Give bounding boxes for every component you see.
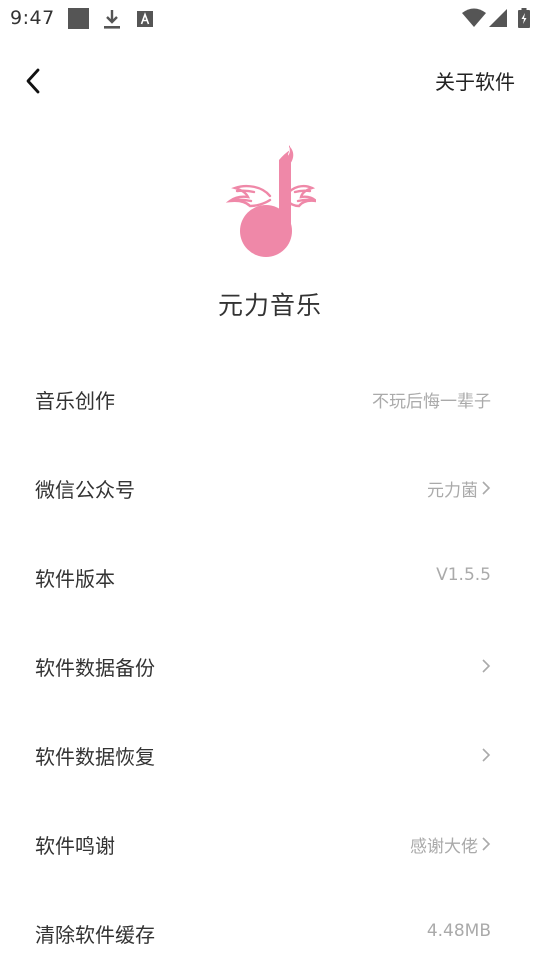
- row-data-restore[interactable]: 软件数据恢复: [0, 709, 540, 798]
- square-notification-icon: [68, 8, 89, 29]
- row-label: 软件版本: [35, 567, 115, 591]
- app-name: 元力音乐: [217, 291, 322, 320]
- settings-list: 音乐创作 不玩后悔一辈子 微信公众号 元力菌 软件版本 V1.5.5 软件数据备…: [0, 353, 540, 960]
- row-label: 软件数据备份: [35, 656, 155, 680]
- signal-icon: [489, 9, 507, 27]
- row-wechat-official-account[interactable]: 微信公众号 元力菌: [0, 442, 540, 531]
- row-value: 元力菌: [427, 481, 478, 501]
- row-label: 微信公众号: [35, 478, 135, 502]
- download-icon: [104, 10, 120, 29]
- row-software-version[interactable]: 软件版本 V1.5.5: [0, 531, 540, 620]
- chevron-right-icon: [482, 748, 491, 762]
- a-notification-icon: [137, 11, 153, 27]
- status-bar: 9:47: [0, 0, 540, 36]
- chevron-right-icon: [482, 481, 491, 495]
- page-title: 关于软件: [435, 70, 515, 94]
- chevron-left-icon: [26, 68, 40, 94]
- winged-music-note-logo: [226, 145, 316, 257]
- row-label: 清除软件缓存: [35, 923, 155, 947]
- row-value: 不玩后悔一辈子: [372, 392, 491, 412]
- row-label: 音乐创作: [35, 389, 115, 413]
- back-button[interactable]: [18, 62, 50, 98]
- version-value: V1.5.5: [436, 565, 491, 585]
- row-acknowledgements[interactable]: 软件鸣谢 感谢大佬: [0, 798, 540, 887]
- row-label: 软件鸣谢: [35, 834, 115, 858]
- chevron-right-icon: [482, 837, 491, 851]
- wifi-icon: [462, 8, 486, 27]
- row-label: 软件数据恢复: [35, 745, 155, 769]
- status-time: 9:47: [10, 7, 55, 29]
- header: 关于软件: [0, 50, 540, 110]
- row-clear-cache[interactable]: 清除软件缓存 4.48MB: [0, 887, 540, 960]
- row-music-creation[interactable]: 音乐创作 不玩后悔一辈子: [0, 353, 540, 442]
- battery-icon: [518, 8, 530, 28]
- about-page: 9:47 关于软件 元力音乐 音乐创作 不玩后悔一辈子 微信公众号 元力菌 软件…: [0, 0, 540, 960]
- chevron-right-icon: [482, 659, 491, 673]
- cache-size-value: 4.48MB: [426, 921, 491, 941]
- row-value: 感谢大佬: [410, 837, 478, 857]
- row-data-backup[interactable]: 软件数据备份: [0, 620, 540, 709]
